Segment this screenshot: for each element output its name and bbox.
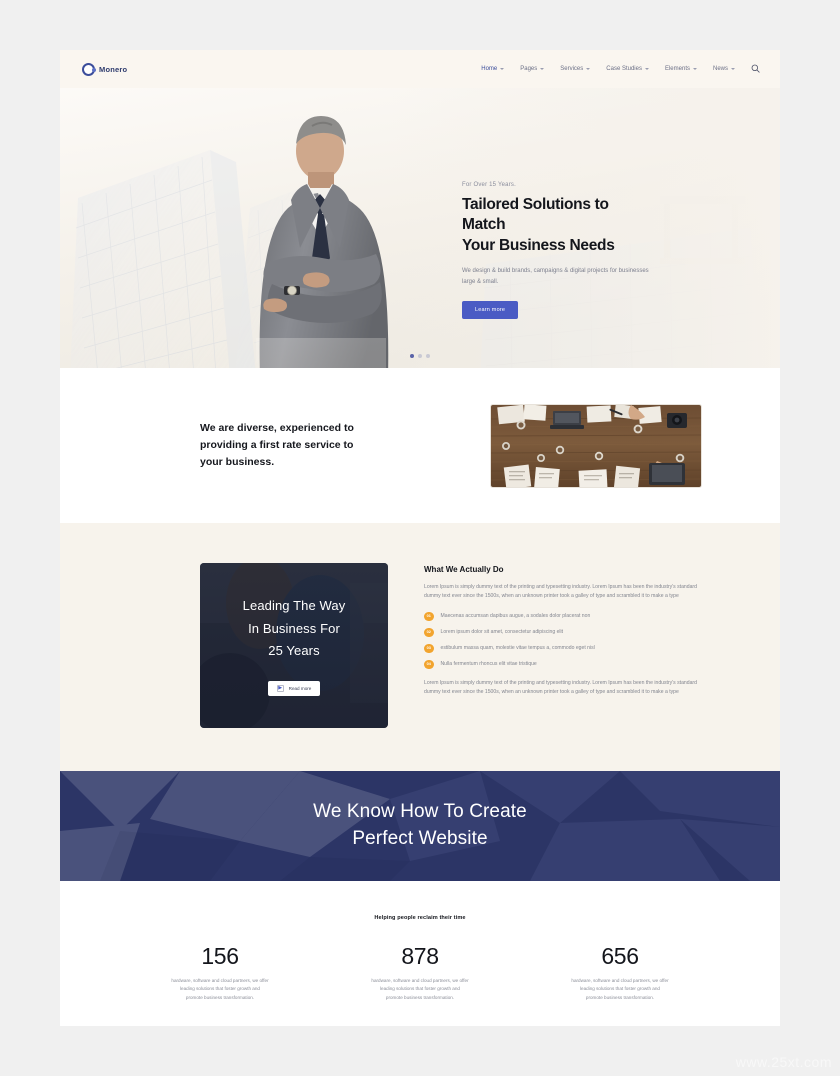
chevron-down-icon bbox=[692, 68, 697, 70]
banner-line2: Perfect Website bbox=[352, 828, 488, 849]
list-item-text: Lorem ipsum dolor sit amet, consectetur … bbox=[440, 629, 564, 636]
hero-copy: For Over 15 Years. Tailored Solutions to… bbox=[462, 182, 652, 320]
stat-description: hardware, software and cloud partners, w… bbox=[171, 978, 269, 1000]
chevron-down-icon bbox=[731, 68, 735, 70]
list-item: 02 Lorem ipsum dolor sit amet, consectet… bbox=[424, 627, 702, 638]
stats-row: 156 hardware, software and cloud partner… bbox=[120, 943, 720, 1002]
nav-item-elements[interactable]: Elements bbox=[665, 66, 697, 72]
nav-item-pages[interactable]: Pages bbox=[520, 66, 545, 72]
website-canvas: Monero Home Pages Services Case Studies bbox=[60, 50, 780, 1026]
hero-title-line2: Your Business Needs bbox=[462, 236, 615, 254]
card-title: Leading The Way In Business For 25 Years bbox=[243, 595, 346, 662]
what-we-do-body: What We Actually Do Lorem Ipsum is simpl… bbox=[424, 563, 702, 729]
read-more-label: Read more bbox=[288, 685, 312, 691]
banner-line1: We Know How To Create bbox=[313, 801, 527, 823]
hero-background-image bbox=[60, 88, 780, 368]
search-icon[interactable] bbox=[751, 60, 760, 78]
chevron-down-icon bbox=[500, 68, 505, 70]
slider-dot-1[interactable] bbox=[410, 354, 414, 358]
nav-item-home[interactable]: Home bbox=[481, 66, 505, 72]
primary-nav: Home Pages Services Case Studies Element… bbox=[481, 60, 760, 78]
section-heading: What We Actually Do bbox=[424, 565, 504, 574]
nav-item-case-studies[interactable]: Case Studies bbox=[606, 66, 649, 72]
watermark: www.25xt.com bbox=[735, 1054, 832, 1070]
list-item: 03 estibulum massa quam, molestie vitae … bbox=[424, 643, 702, 654]
list-item-text: Nulla fermentum rhoncus elit vitae trist… bbox=[440, 661, 537, 668]
list-number-badge: 02 bbox=[424, 627, 434, 638]
list-item: 01 Maecenas accumsan dapibus augue, a so… bbox=[424, 611, 702, 622]
paragraph-bottom: Lorem Ipsum is simply dummy text of the … bbox=[424, 680, 697, 696]
stat-item: 156 hardware, software and cloud partner… bbox=[120, 943, 320, 1002]
nav-label: Services bbox=[560, 66, 584, 72]
circle-logo-icon bbox=[82, 62, 96, 76]
site-header: Monero Home Pages Services Case Studies bbox=[60, 50, 780, 88]
slider-dot-3[interactable] bbox=[426, 354, 430, 358]
what-we-do-section: Leading The Way In Business For 25 Years… bbox=[60, 523, 780, 771]
stat-item: 878 hardware, software and cloud partner… bbox=[320, 943, 520, 1002]
list-number-badge: 04 bbox=[424, 659, 434, 670]
card-title-line1: Leading The Way bbox=[242, 598, 346, 614]
stat-description: hardware, software and cloud partners, w… bbox=[371, 978, 469, 1000]
nav-item-news[interactable]: News bbox=[713, 66, 735, 72]
play-box-icon: ▶ bbox=[276, 684, 284, 692]
hero-title-line1: Tailored Solutions to Match bbox=[462, 196, 609, 234]
stats-section: Helping people reclaim their time 156 ha… bbox=[60, 881, 780, 1026]
stat-item: 656 hardware, software and cloud partner… bbox=[520, 943, 720, 1002]
list-number-badge: 03 bbox=[424, 643, 434, 654]
chevron-down-icon bbox=[644, 68, 649, 70]
slider-dots bbox=[410, 354, 430, 358]
hero-slider: For Over 15 Years. Tailored Solutions to… bbox=[60, 88, 780, 368]
brand-name: Monero bbox=[99, 64, 128, 74]
hero-eyebrow: For Over 15 Years. bbox=[462, 182, 516, 188]
brand-logo[interactable]: Monero bbox=[82, 62, 128, 76]
nav-label: Pages bbox=[520, 66, 538, 72]
nav-label: News bbox=[712, 66, 728, 72]
diverse-heading: We are diverse, experienced to providing… bbox=[200, 422, 354, 468]
nav-label: Elements bbox=[664, 66, 690, 72]
desk-workspace-image bbox=[490, 403, 702, 488]
read-more-button[interactable]: ▶ Read more bbox=[267, 680, 321, 696]
nav-label: Case Studies bbox=[606, 66, 642, 72]
hero-subtitle: We design & build brands, campaigns & di… bbox=[462, 268, 649, 285]
list-item-text: estibulum massa quam, molestie vitae tem… bbox=[440, 645, 595, 652]
list-item: 04 Nulla fermentum rhoncus elit vitae tr… bbox=[424, 659, 702, 670]
call-to-action-banner: We Know How To Create Perfect Website bbox=[60, 771, 780, 881]
list-number-badge: 01 bbox=[424, 611, 434, 622]
card-title-line2: In Business For bbox=[248, 620, 340, 636]
learn-more-button[interactable]: Learn more bbox=[462, 301, 519, 320]
banner-title: We Know How To Create Perfect Website bbox=[313, 799, 527, 853]
stats-heading: Helping people reclaim their time bbox=[374, 915, 466, 921]
card-title-line3: 25 Years bbox=[268, 643, 320, 659]
nav-label: Home bbox=[481, 66, 498, 72]
list-item-text: Maecenas accumsan dapibus augue, a sodal… bbox=[440, 613, 591, 620]
paragraph-top: Lorem Ipsum is simply dummy text of the … bbox=[424, 584, 697, 600]
leading-the-way-card[interactable]: Leading The Way In Business For 25 Years… bbox=[200, 563, 388, 728]
hero-title: Tailored Solutions to Match Your Busines… bbox=[462, 195, 652, 256]
chevron-down-icon bbox=[586, 68, 591, 70]
chevron-down-icon bbox=[540, 68, 545, 70]
stat-value: 878 bbox=[401, 943, 439, 969]
stat-description: hardware, software and cloud partners, w… bbox=[571, 978, 669, 1000]
page-root: Monero Home Pages Services Case Studies bbox=[0, 0, 840, 1076]
stat-value: 656 bbox=[601, 943, 639, 969]
stat-value: 156 bbox=[201, 943, 239, 969]
diverse-section: We are diverse, experienced to providing… bbox=[60, 368, 780, 523]
slider-dot-2[interactable] bbox=[418, 354, 422, 358]
feature-list: 01 Maecenas accumsan dapibus augue, a so… bbox=[424, 611, 702, 670]
nav-item-services[interactable]: Services bbox=[560, 66, 591, 72]
